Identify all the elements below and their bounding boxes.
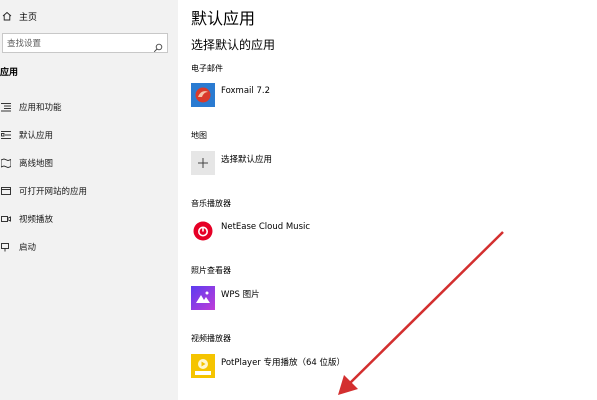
wps-pictures-icon [191,286,215,310]
music-app-name: NetEase Cloud Music [221,222,311,232]
potplayer-icon [191,354,215,378]
sidebar-item-apps-features[interactable]: 应用和功能 [0,93,178,121]
sidebar-item-label: 启动 [19,243,37,253]
home-icon [2,10,12,22]
default-apps-icon [0,130,11,141]
category-photos-label: 照片查看器 [191,266,231,275]
netease-music-icon [191,219,215,243]
sidebar-item-offline-maps[interactable]: 离线地图 [0,149,178,177]
sidebar-item-default-apps[interactable]: 默认应用 [0,121,178,149]
category-video-label: 视频播放器 [191,334,231,343]
sidebar-item-label: 可打开网站的应用 [19,187,88,197]
sidebar-item-label: 应用和功能 [19,103,62,113]
startup-icon [0,242,11,253]
photos-app-selector[interactable]: WPS 图片 [191,286,260,310]
home-nav[interactable]: 主页 [0,7,37,25]
photos-app-name: WPS 图片 [221,290,260,300]
search-input[interactable]: 查找设置 [2,33,168,53]
sidebar-nav: 应用和功能 默认应用 离线地图 可打开网站的应用 视频播放 启动 [0,93,178,261]
category-maps-label: 地图 [191,131,207,140]
email-app-name: Foxmail 7.2 [221,86,270,96]
video-app-name: PotPlayer 专用播放（64 位版） [221,358,346,368]
category-email-label: 电子邮件 [191,64,223,73]
sidebar-item-label: 视频播放 [19,215,54,225]
section-subtitle: 选择默认的应用 [191,38,276,52]
offline-maps-icon [0,158,11,169]
sidebar-item-label: 默认应用 [19,131,54,141]
sidebar-item-video-playback[interactable]: 视频播放 [0,205,178,233]
plus-icon [191,151,215,175]
sidebar-item-startup[interactable]: 启动 [0,233,178,261]
search-placeholder: 查找设置 [7,39,42,49]
sidebar-item-web-apps[interactable]: 可打开网站的应用 [0,177,178,205]
home-label: 主页 [19,12,38,23]
sidebar-item-label: 离线地图 [19,159,54,169]
maps-app-name: 选择默认应用 [221,155,273,165]
apps-list-icon [0,102,11,113]
email-app-selector[interactable]: Foxmail 7.2 [191,83,270,107]
category-music-label: 音乐播放器 [191,199,231,208]
video-playback-icon [0,214,11,225]
video-app-selector[interactable]: PotPlayer 专用播放（64 位版） [191,354,345,378]
page-title: 默认应用 [191,9,256,28]
sidebar: 主页 查找设置 应用 应用和功能 默认应用 离线地图 可打开网站的应用 视频播放… [0,0,178,400]
search-icon[interactable] [153,38,163,53]
foxmail-icon [191,83,215,107]
maps-app-selector[interactable]: 选择默认应用 [191,151,272,175]
main-content: 默认应用 选择默认的应用 电子邮件 Foxmail 7.2 地图 选择默认应用 … [178,0,597,400]
web-apps-icon [0,186,11,197]
section-title: 应用 [0,68,19,78]
music-app-selector[interactable]: NetEase Cloud Music [191,219,310,243]
